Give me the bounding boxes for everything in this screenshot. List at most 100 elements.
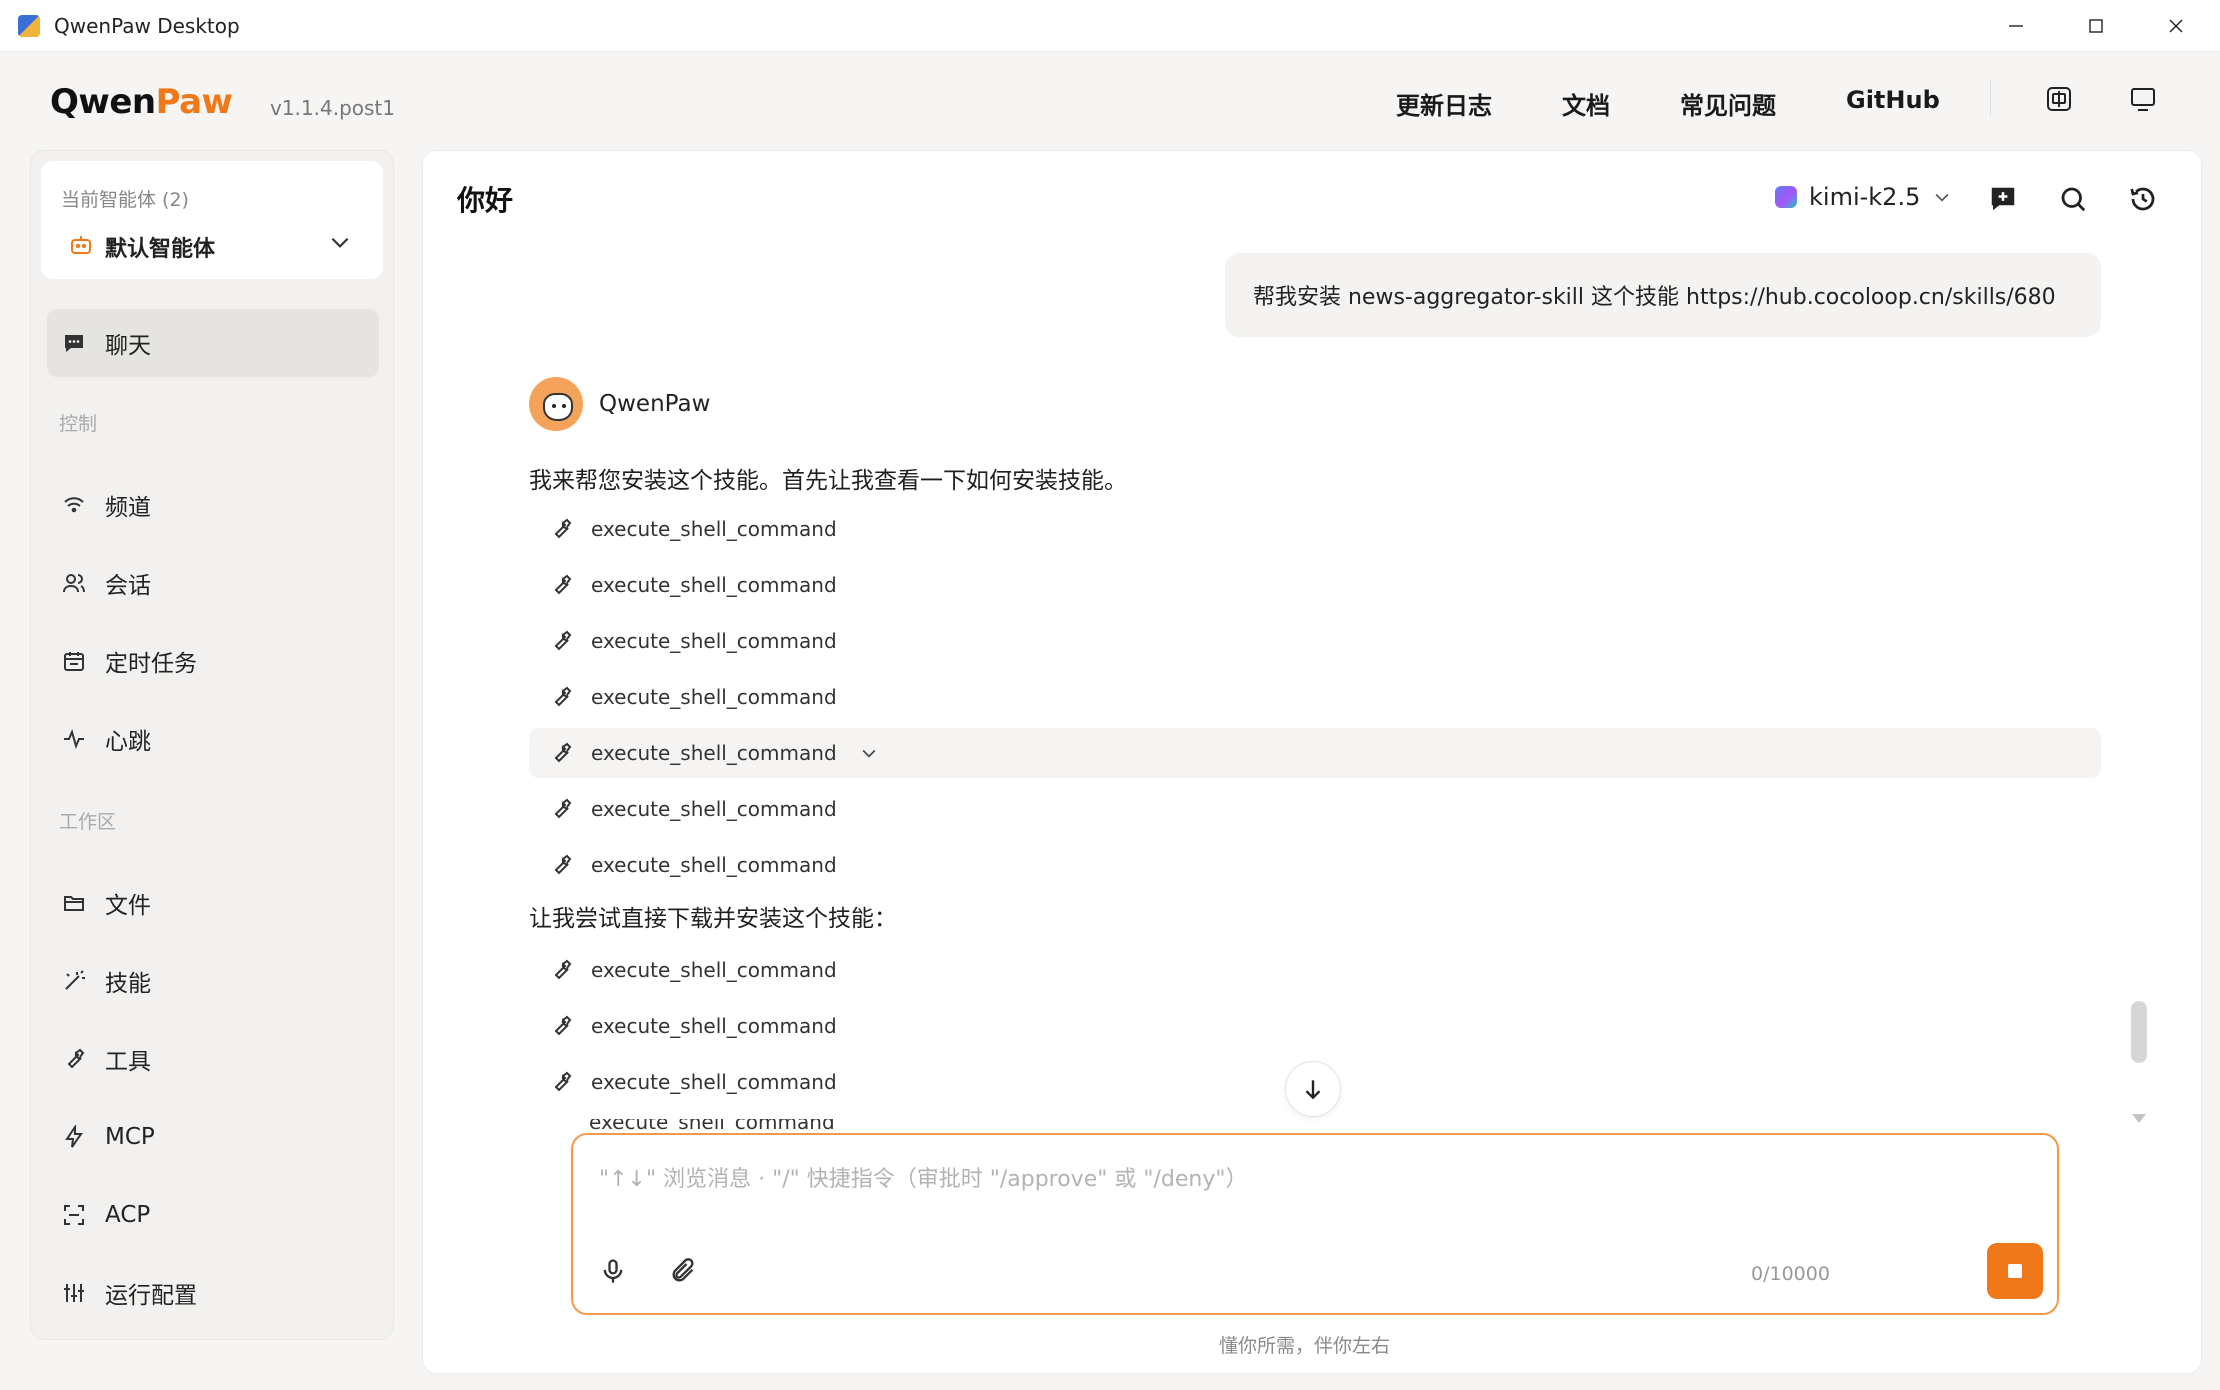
tool-call-row[interactable]: execute_shell_command [529,560,2101,610]
voice-input-button[interactable] [595,1253,631,1289]
sidebar-item-label: 文件 [105,893,151,919]
agent-selector[interactable]: 当前智能体 (2) 默认智能体 [41,161,383,279]
wrench-icon [549,741,573,765]
sidebar: 当前智能体 (2) 默认智能体 聊天 控制 频道 会话 定时任务 心跳 工作区 … [30,150,394,1340]
sidebar-item-label: 会话 [105,573,151,599]
tool-call-row[interactable]: execute_shell_command [529,728,2101,778]
tool-call-name: execute_shell_command [591,573,837,597]
paperclip-icon [672,1258,694,1282]
sidebar-item-chat[interactable]: 聊天 [47,309,379,377]
language-icon [2047,87,2071,111]
maximize-icon [2089,19,2103,33]
sidebar-item-files[interactable]: 文件 [47,869,379,937]
minimize-icon [2009,25,2023,27]
folder-icon [61,890,87,916]
tool-call-name: execute_shell_command [591,685,837,709]
sidebar-item-scheduled-tasks[interactable]: 定时任务 [47,627,379,695]
nav-changelog-link[interactable]: 更新日志 [1396,86,1492,121]
robot-icon [71,236,91,254]
pulse-icon [61,726,87,752]
app-header: QwenPaw v1.1.4.post1 更新日志 文档 常见问题 GitHub [0,52,2220,148]
bot-message-text: 让我尝试直接下载并安装这个技能： [529,906,897,932]
tool-call-name: execute_shell_command [591,741,837,765]
wrench-icon [549,629,573,653]
close-icon [2169,19,2183,33]
stop-button[interactable] [1987,1243,2043,1299]
nav-github-link[interactable]: GitHub [1846,86,1940,114]
chat-title: 你好 [457,184,514,217]
tool-call-row[interactable]: execute_shell_command [529,840,2101,890]
scroll-down-arrow-icon[interactable] [2129,1111,2149,1125]
tool-call-row[interactable]: execute_shell_command [529,945,2101,995]
wrench-icon [549,1014,573,1038]
logo-text: Qwen [50,82,156,122]
monitor-icon [2131,88,2155,111]
tool-call-row[interactable]: execute_shell_command [529,672,2101,722]
sidebar-item-heartbeat[interactable]: 心跳 [47,705,379,773]
agent-count-label: 当前智能体 (2) [61,189,189,211]
tool-call-name: execute_shell_command [591,853,837,877]
model-selector[interactable]: kimi-k2.5 [1775,183,1952,211]
bot-name: QwenPaw [599,391,711,417]
window-titlebar: QwenPaw Desktop [0,0,2220,52]
sidebar-item-sessions[interactable]: 会话 [47,549,379,617]
sidebar-item-runtime-config[interactable]: 运行配置 [47,1259,379,1327]
maximize-button[interactable] [2056,0,2136,52]
sidebar-item-mcp[interactable]: MCP [47,1103,379,1171]
wrench-icon [549,1070,573,1094]
wrench-icon [549,685,573,709]
section-label-workspace: 工作区 [59,811,117,833]
chat-panel: 你好 kimi-k2.5 帮我安装 news-aggregator-skill … [422,150,2202,1374]
sidebar-item-label: MCP [105,1124,155,1150]
nav-docs-link[interactable]: 文档 [1562,86,1610,121]
footer-tagline: 懂你所需，伴你左右 [1219,1335,1391,1357]
bolt-icon [61,1124,87,1150]
nav-faq-link[interactable]: 常见问题 [1680,86,1776,121]
tool-call-name: execute_shell_command [589,1119,835,1131]
wifi-icon [61,492,87,518]
chevron-down-icon[interactable] [859,743,879,763]
window-title: QwenPaw Desktop [54,13,240,38]
sidebar-item-label: 聊天 [105,333,151,359]
sidebar-item-skills[interactable]: 技能 [47,947,379,1015]
new-chat-button[interactable] [1985,181,2021,217]
history-button[interactable] [2125,181,2161,217]
stop-icon [2008,1264,2022,1278]
sidebar-item-tools[interactable]: 工具 [47,1025,379,1093]
app-logo[interactable]: QwenPaw [50,82,233,122]
wrench-icon [549,573,573,597]
tool-call-name: execute_shell_command [591,629,837,653]
display-mode-button[interactable] [2126,82,2160,116]
calendar-icon [61,648,87,674]
message-input[interactable]: "↑↓" 浏览消息 · "/" 快捷指令（审批时 "/approve" 或 "/… [599,1161,1247,1193]
language-toggle-button[interactable] [2042,82,2076,116]
logo-text-accent: Paw [155,82,233,122]
tool-call-row[interactable]: execute_shell_command [529,784,2101,834]
tool-call-row[interactable]: execute_shell_command [529,1001,2101,1051]
minimize-button[interactable] [1976,0,2056,52]
wand-icon [61,968,87,994]
message-composer[interactable]: "↑↓" 浏览消息 · "/" 快捷指令（审批时 "/approve" 或 "/… [571,1133,2059,1315]
history-icon [2130,187,2155,211]
sidebar-item-label: 定时任务 [105,651,197,677]
tool-call-name: execute_shell_command [591,958,837,982]
sidebar-item-label: 心跳 [105,729,151,755]
section-label-control: 控制 [59,413,98,435]
sidebar-item-label: 频道 [105,495,151,521]
tool-call-row[interactable]: execute_shell_command [529,616,2101,666]
scrollbar-thumb[interactable] [2131,1001,2147,1063]
attach-file-button[interactable] [665,1253,701,1289]
avatar [529,377,583,431]
users-icon [61,570,87,596]
wrench-icon [549,797,573,821]
scroll-to-bottom-button[interactable] [1285,1061,1341,1117]
tool-call-name: execute_shell_command [591,517,837,541]
sidebar-item-channels[interactable]: 频道 [47,471,379,539]
search-button[interactable] [2055,181,2091,217]
tool-call-row[interactable]: execute_shell_command [529,504,2101,554]
app-icon [18,14,40,37]
bot-message-text: 我来帮您安装这个技能。首先让我查看一下如何安装技能。 [529,468,1127,494]
sidebar-item-acp[interactable]: ACP [47,1181,379,1249]
bot-header: QwenPaw [529,377,710,431]
close-button[interactable] [2136,0,2216,52]
